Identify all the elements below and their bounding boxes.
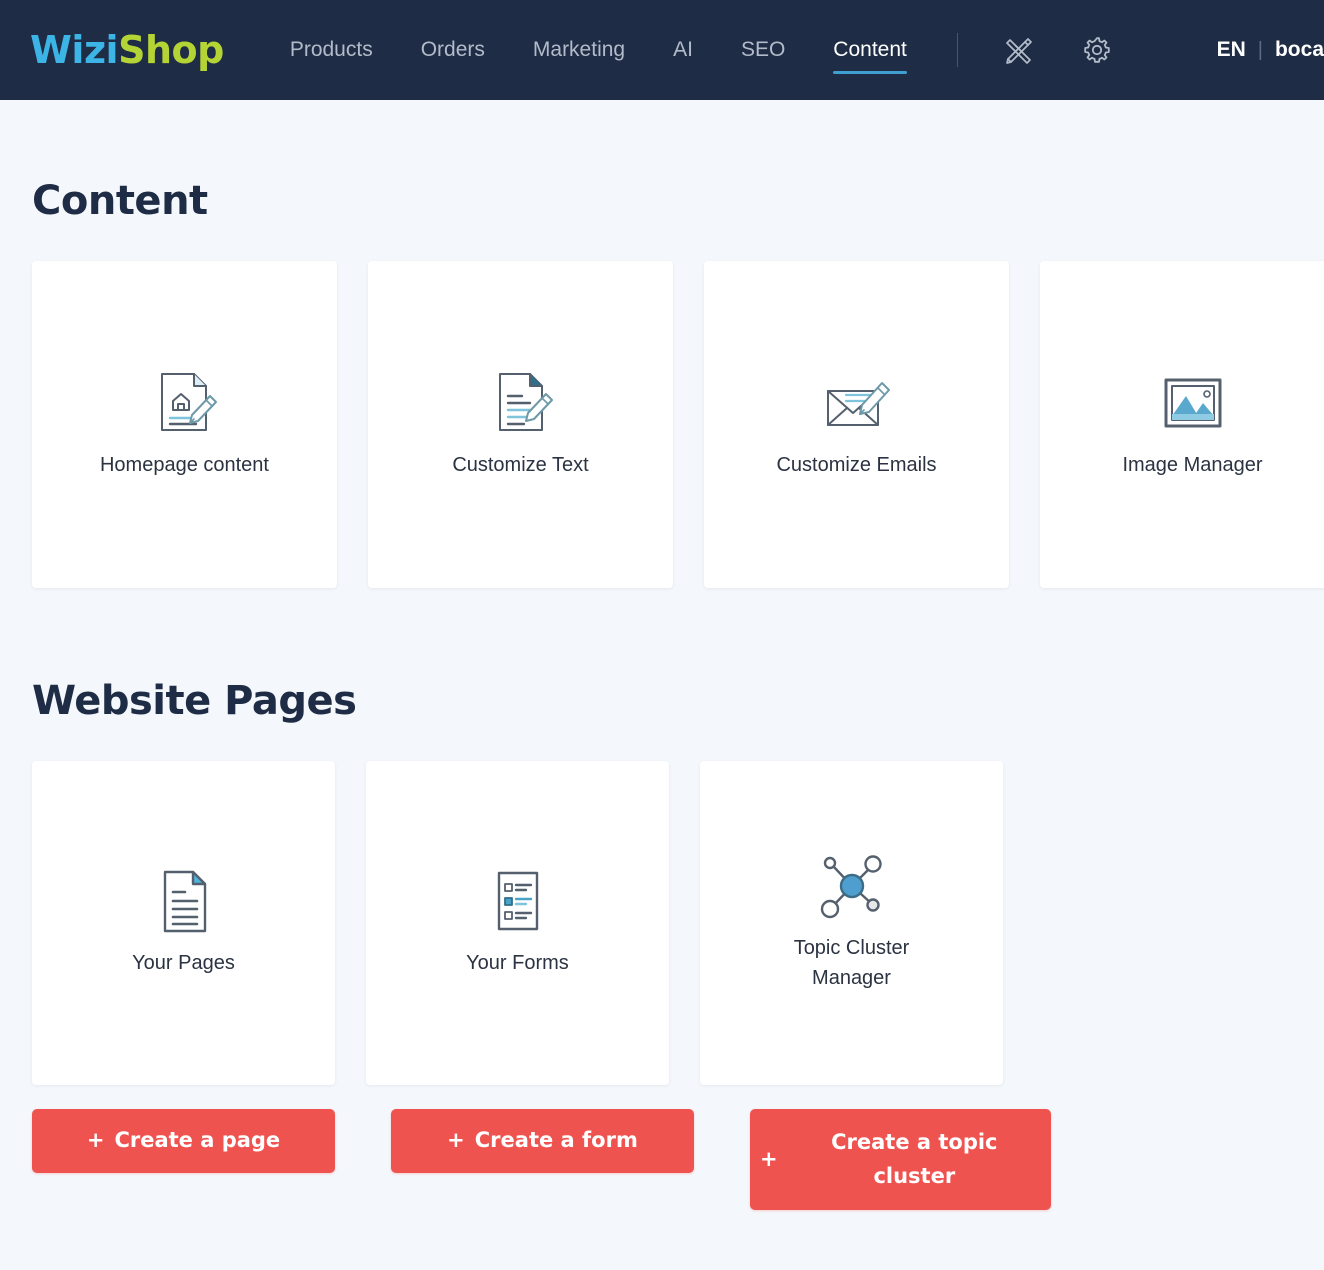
- nav-item-seo[interactable]: SEO: [717, 0, 809, 100]
- top-navigation-bar: Wizi Shop Products Orders Marketing AI SE…: [0, 0, 1324, 100]
- topic-cluster-network-icon: [815, 853, 889, 919]
- create-a-form-button[interactable]: + Create a form: [391, 1109, 694, 1173]
- plus-icon: +: [447, 1128, 465, 1153]
- card-label: Image Manager: [1122, 453, 1263, 476]
- create-a-page-button[interactable]: + Create a page: [32, 1109, 335, 1173]
- nav-item-marketing[interactable]: Marketing: [509, 0, 649, 100]
- logo-text-shop: Shop: [118, 28, 224, 72]
- language-selector[interactable]: EN: [1217, 38, 1246, 62]
- design-pencil-ruler-icon[interactable]: [1002, 33, 1036, 67]
- plus-icon: +: [760, 1146, 778, 1171]
- nav-item-orders[interactable]: Orders: [397, 0, 509, 100]
- button-label: Create a form: [474, 1128, 638, 1153]
- logo-text-wizi: Wizi: [30, 28, 119, 72]
- envelope-pencil-icon: [818, 370, 896, 436]
- page-title-website-pages: Website Pages: [32, 678, 357, 724]
- card-customize-text[interactable]: Customize Text: [368, 261, 673, 588]
- page-title-content: Content: [32, 178, 208, 224]
- card-your-pages[interactable]: Your Pages: [32, 761, 335, 1085]
- card-your-forms[interactable]: Your Forms: [366, 761, 669, 1085]
- create-a-topic-cluster-button[interactable]: + Create a topic cluster: [750, 1109, 1051, 1210]
- nav-item-content[interactable]: Content: [809, 0, 931, 100]
- main-nav-items: Products Orders Marketing AI SEO Content: [266, 0, 1136, 100]
- button-label: Create a topic cluster: [831, 1129, 998, 1188]
- account-name[interactable]: boca: [1275, 38, 1324, 62]
- card-label: Your Pages: [132, 952, 235, 974]
- wizishop-logo[interactable]: Wizi Shop: [30, 28, 224, 72]
- card-customize-emails[interactable]: Customize Emails: [704, 261, 1009, 588]
- gear-icon[interactable]: [1080, 33, 1114, 67]
- card-label: Customize Text: [452, 453, 589, 476]
- page-body: Content Homepage content Customize Text …: [0, 178, 1324, 1210]
- document-icon: [153, 868, 215, 934]
- card-image-manager[interactable]: Image Manager: [1040, 261, 1324, 588]
- card-label: Topic Cluster Manager: [793, 937, 910, 989]
- nav-right-separator: |: [1257, 38, 1263, 61]
- form-checklist-icon: [488, 868, 548, 934]
- plus-icon: +: [86, 1128, 105, 1153]
- button-label: Create a page: [114, 1128, 281, 1153]
- nav-item-products[interactable]: Products: [266, 0, 397, 100]
- content-card-row: Homepage content Customize Text Customiz…: [32, 261, 1324, 588]
- nav-right-group: EN | boca: [1217, 38, 1324, 62]
- card-homepage-content[interactable]: Homepage content: [32, 261, 337, 588]
- card-topic-cluster-manager[interactable]: Topic Cluster Manager: [700, 761, 1003, 1085]
- image-frame-icon: [1160, 370, 1226, 436]
- text-document-pencil-icon: [484, 370, 558, 436]
- create-buttons-row: + Create a page + Create a form + Create…: [32, 1109, 1324, 1210]
- nav-item-ai[interactable]: AI: [649, 0, 717, 100]
- nav-divider: [956, 33, 958, 67]
- card-label: Homepage content: [99, 453, 269, 476]
- homepage-document-pencil-icon: [148, 370, 222, 436]
- card-label: Customize Emails: [776, 453, 937, 476]
- card-label: Your Forms: [466, 952, 569, 974]
- website-pages-card-row: Your Pages Your Forms Topic Cluster Mana…: [32, 761, 1324, 1085]
